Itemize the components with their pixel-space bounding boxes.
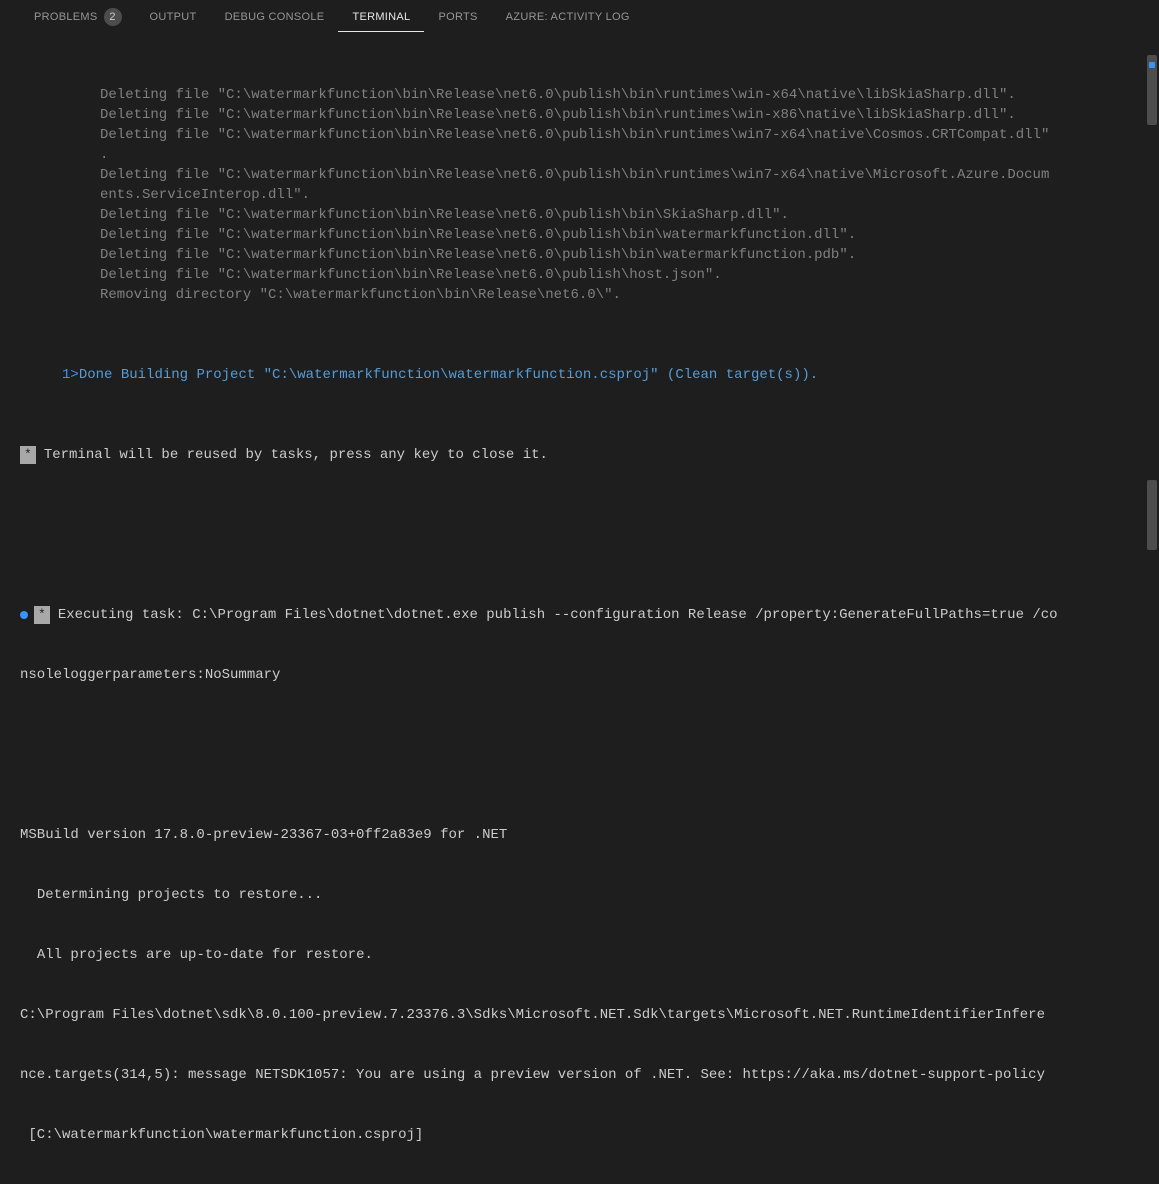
terminal-line: Deleting file "C:\watermarkfunction\bin\… (20, 165, 1151, 185)
terminal-line: Deleting file "C:\watermarkfunction\bin\… (20, 85, 1151, 105)
terminal-line: * Executing task: C:\Program Files\dotne… (20, 605, 1151, 625)
tab-terminal-label: TERMINAL (352, 11, 410, 23)
terminal-line: Deleting file "C:\watermarkfunction\bin\… (20, 125, 1151, 145)
terminal-line: * Terminal will be reused by tasks, pres… (20, 445, 1151, 465)
panel-tab-bar: PROBLEMS 2 OUTPUT DEBUG CONSOLE TERMINAL… (0, 0, 1159, 35)
task-marker-icon: * (34, 606, 50, 624)
terminal-output[interactable]: Deleting file "C:\watermarkfunction\bin\… (0, 35, 1159, 1184)
terminal-line: nce.targets(314,5): message NETSDK1057: … (20, 1065, 1151, 1085)
terminal-line: . (20, 145, 1151, 165)
terminal-line: Removing directory "C:\watermarkfunction… (20, 285, 1151, 305)
terminal-line: Deleting file "C:\watermarkfunction\bin\… (20, 245, 1151, 265)
active-task-dot-icon (20, 611, 28, 619)
tab-ports[interactable]: PORTS (424, 3, 491, 31)
terminal-line: nsoleloggerparameters:NoSummary (20, 665, 1151, 685)
tab-debug-console[interactable]: DEBUG CONSOLE (211, 3, 339, 31)
terminal-line: C:\Program Files\dotnet\sdk\8.0.100-prev… (20, 1005, 1151, 1025)
terminal-text: Executing task: C:\Program Files\dotnet\… (58, 605, 1058, 625)
tab-debug-label: DEBUG CONSOLE (225, 11, 325, 23)
problems-badge: 2 (104, 8, 122, 26)
terminal-line: All projects are up-to-date for restore. (20, 945, 1151, 965)
tab-terminal[interactable]: TERMINAL (338, 3, 424, 32)
terminal-line: ents.ServiceInterop.dll". (20, 185, 1151, 205)
terminal-line: Deleting file "C:\watermarkfunction\bin\… (20, 205, 1151, 225)
task-marker-icon: * (20, 446, 36, 464)
terminal-line: [C:\watermarkfunction\watermarkfunction.… (20, 1125, 1151, 1145)
terminal-line: Deleting file "C:\watermarkfunction\bin\… (20, 105, 1151, 125)
tab-ports-label: PORTS (438, 11, 477, 23)
tab-output[interactable]: OUTPUT (136, 3, 211, 31)
tab-output-label: OUTPUT (150, 11, 197, 23)
tab-problems[interactable]: PROBLEMS 2 (20, 0, 136, 34)
terminal-line: MSBuild version 17.8.0-preview-23367-03+… (20, 825, 1151, 845)
overview-ruler-marker (1149, 62, 1155, 68)
terminal-line: 1>Done Building Project "C:\watermarkfun… (20, 365, 1151, 385)
scrollbar-thumb[interactable] (1147, 480, 1157, 550)
tab-azure-label: AZURE: ACTIVITY LOG (506, 11, 630, 23)
terminal-line: Deleting file "C:\watermarkfunction\bin\… (20, 225, 1151, 245)
tab-azure-activity-log[interactable]: AZURE: ACTIVITY LOG (492, 3, 644, 31)
tab-problems-label: PROBLEMS (34, 11, 98, 23)
terminal-text: Terminal will be reused by tasks, press … (44, 445, 548, 465)
terminal-line: Determining projects to restore... (20, 885, 1151, 905)
terminal-line: Deleting file "C:\watermarkfunction\bin\… (20, 265, 1151, 285)
